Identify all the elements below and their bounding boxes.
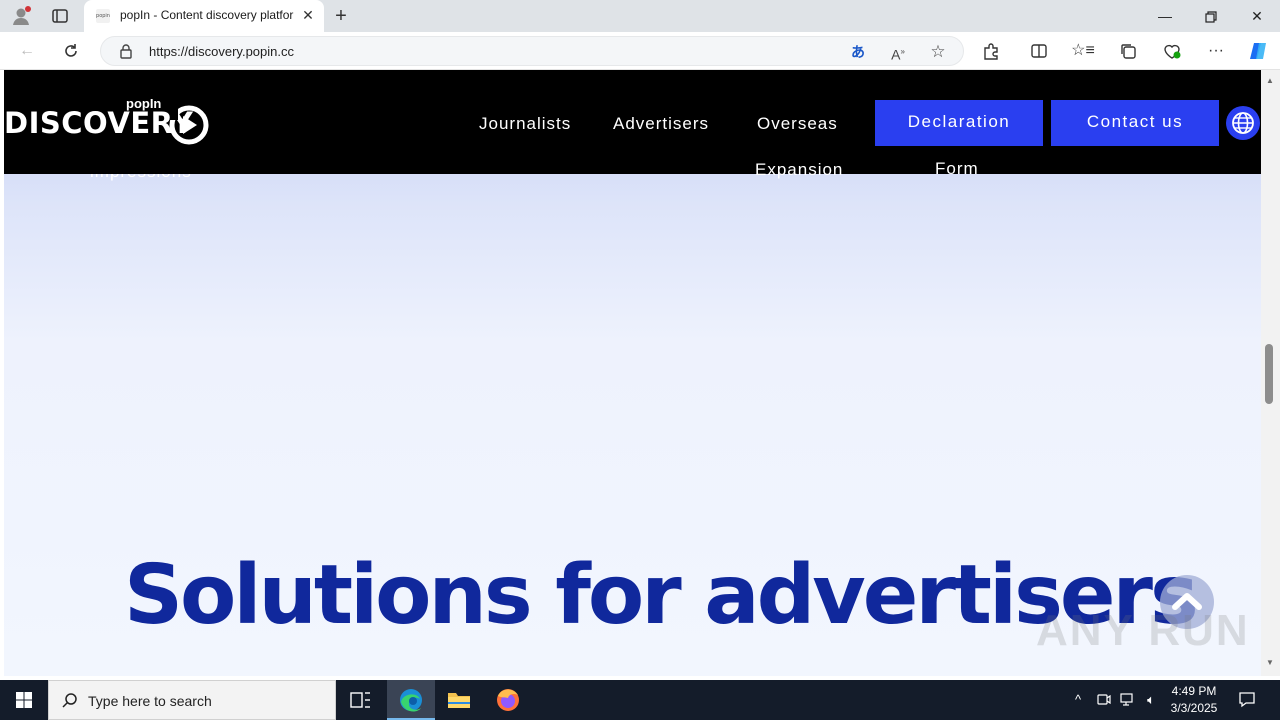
scrollbar-thumb[interactable]: [1265, 344, 1273, 404]
logo-discovery-text: DISCOVERY: [4, 106, 194, 140]
network-icon[interactable]: [1118, 691, 1136, 709]
search-placeholder: Type here to search: [88, 693, 212, 709]
meet-now-icon[interactable]: [1094, 691, 1112, 709]
restore-icon[interactable]: [1188, 0, 1234, 32]
taskbar-search-box[interactable]: Type here to search: [48, 680, 336, 720]
lock-icon[interactable]: [119, 43, 133, 59]
favorites-icon[interactable]: ☆≡: [1070, 39, 1096, 63]
windows-start-icon[interactable]: [0, 680, 48, 720]
file-explorer-icon[interactable]: [435, 680, 483, 720]
favorite-icon[interactable]: ☆: [927, 41, 949, 63]
clock-time: 4:49 PM: [1171, 684, 1217, 698]
tab-title: popIn - Content discovery platfor: [120, 8, 294, 22]
tray-overflow-icon[interactable]: ^: [1069, 691, 1087, 709]
declaration-button[interactable]: Declaration: [875, 100, 1043, 146]
tab-actions-icon[interactable]: [49, 5, 71, 27]
page-viewport: impressions popIn DISCOVERY Journalists …: [4, 70, 1261, 676]
page-headline: Solutions for advertisers: [124, 548, 1199, 643]
scroll-down-arrow-icon[interactable]: ▼: [1265, 658, 1275, 668]
notifications-icon[interactable]: [1238, 690, 1256, 708]
scroll-up-arrow-icon[interactable]: ▲: [1265, 76, 1275, 86]
new-tab-icon[interactable]: +: [330, 5, 352, 27]
read-aloud-icon[interactable]: A»: [887, 41, 909, 63]
declaration-form-overflow[interactable]: Form: [935, 159, 979, 179]
task-view-icon[interactable]: [336, 680, 384, 720]
minimize-icon[interactable]: —: [1142, 0, 1188, 32]
site-logo[interactable]: popIn DISCOVERY: [4, 96, 214, 152]
anyrun-watermark: ANY RUN: [1036, 606, 1250, 655]
active-tab[interactable]: popin popIn - Content discovery platfor …: [84, 0, 324, 32]
back-icon[interactable]: ←: [14, 39, 40, 63]
tray-clock[interactable]: 4:49 PM 3/3/2025: [1160, 683, 1228, 717]
edge-icon[interactable]: [387, 680, 435, 720]
page-scrollbar[interactable]: ▲ ▼: [1261, 70, 1280, 676]
windows-taskbar: Type here to search ^ 🔈︎ 4:49 PM 3/3/202…: [0, 680, 1280, 720]
search-icon: [62, 693, 77, 708]
split-screen-icon[interactable]: [1026, 39, 1052, 63]
copilot-icon[interactable]: [1245, 39, 1271, 63]
address-bar[interactable]: https://discovery.popin.cc あ A» ☆: [100, 36, 964, 66]
site-header: popIn DISCOVERY Journalists Advertisers …: [4, 70, 1261, 174]
close-window-icon[interactable]: ✕: [1234, 0, 1280, 32]
translate-icon[interactable]: あ: [847, 41, 869, 63]
nav-journalists[interactable]: Journalists: [479, 114, 571, 134]
tab-favicon: popin: [96, 9, 110, 23]
collections-icon[interactable]: [1115, 39, 1141, 63]
contact-us-button[interactable]: Contact us: [1051, 100, 1219, 146]
url-text: https://discovery.popin.cc: [149, 44, 294, 59]
browser-toolbar: ← https://discovery.popin.cc あ A» ☆ ☆≡ ·…: [0, 32, 1280, 70]
browser-tab-strip: popin popIn - Content discovery platfor …: [0, 0, 1280, 32]
firefox-icon[interactable]: [484, 680, 532, 720]
extensions-icon[interactable]: [978, 39, 1004, 63]
close-tab-icon[interactable]: ✕: [300, 7, 316, 23]
logo-play-icon: [169, 104, 209, 145]
clock-date: 3/3/2025: [1170, 701, 1218, 715]
refresh-icon[interactable]: [58, 39, 84, 63]
more-icon[interactable]: ···: [1203, 39, 1229, 63]
nav-overseas[interactable]: Overseas: [757, 114, 838, 134]
nav-expansion-overflow[interactable]: Expansion: [755, 160, 843, 180]
nav-advertisers[interactable]: Advertisers: [613, 114, 709, 134]
globe-icon[interactable]: [1226, 106, 1260, 140]
volume-icon[interactable]: 🔈︎: [1142, 691, 1160, 709]
browser-essentials-icon[interactable]: [1159, 39, 1185, 63]
profile-icon[interactable]: [10, 5, 32, 27]
